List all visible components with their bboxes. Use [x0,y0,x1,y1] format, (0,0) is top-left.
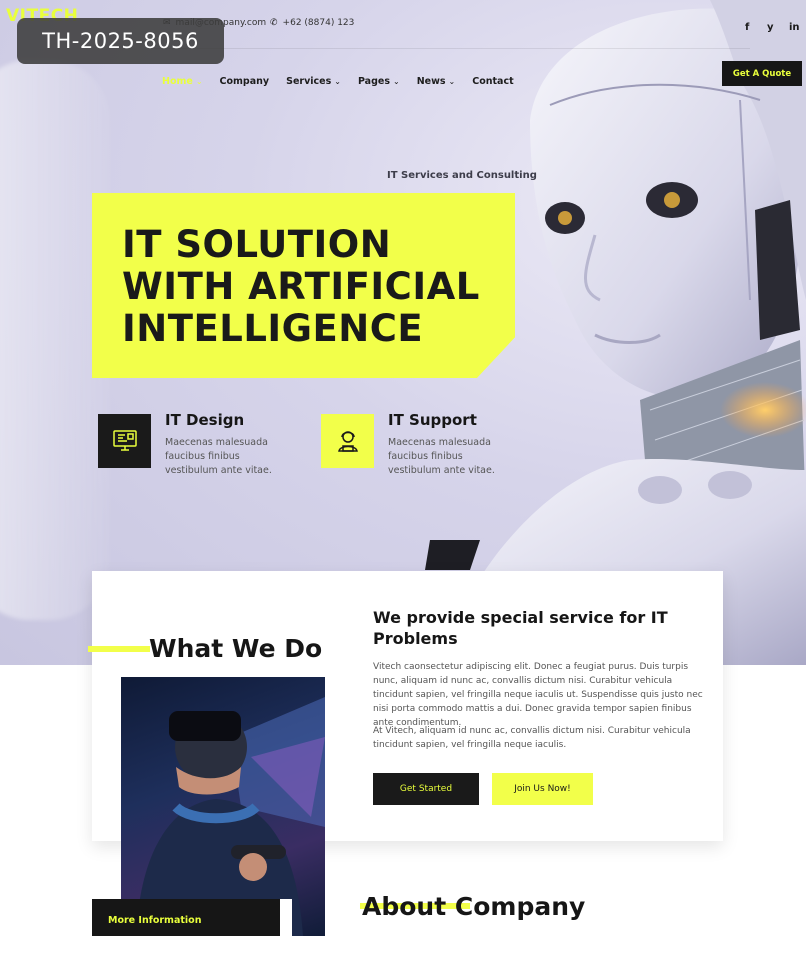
service-paragraph: At Vitech, aliquam id nunc ac, convallis… [373,726,691,750]
service-paragraph: Vitech caonsectetur adipiscing elit. Don… [373,662,703,728]
vr-headset-photo [121,677,325,936]
nav-item-contact[interactable]: Contact [472,76,513,87]
id-watermark-badge: TH-2025-8056 [17,18,224,64]
nav-item-services[interactable]: Services ⌄ [286,76,341,87]
heading-accent-bar [88,646,150,652]
feature-text: Maecenas malesuada faucibus finibus vest… [388,437,495,476]
section-heading: What We Do [149,634,323,663]
monitor-design-icon [98,414,151,468]
feature-title: IT Support [388,411,477,429]
hero-title-line: INTELLIGENCE [122,307,424,350]
hero-title: IT SOLUTION WITH ARTIFICIAL INTELLIGENCE [122,224,480,350]
service-title: We provide special service for IT Proble… [373,608,668,648]
hero-title-line: IT SOLUTION [122,223,392,266]
nav-item-pages[interactable]: Pages ⌄ [358,76,400,87]
support-agent-icon [321,414,374,468]
get-quote-button[interactable]: Get A Quote [722,61,802,86]
twitter-icon[interactable]: y [767,22,774,33]
nav-item-home[interactable]: Home ⌄ [162,76,203,87]
chevron-down-icon: ⌄ [195,77,203,86]
nav-label: News [416,76,446,87]
nav-label: Contact [472,76,514,87]
join-us-button[interactable]: Join Us Now! [492,773,593,805]
chevron-down-icon: ⌄ [393,77,400,86]
header-divider [150,48,750,49]
hero-title-line: WITH ARTIFICIAL [122,265,480,308]
chevron-down-icon: ⌄ [448,77,456,86]
nav-item-company[interactable]: Company [220,76,270,87]
nav-item-news[interactable]: News ⌄ [417,76,456,87]
facebook-icon[interactable]: f [745,22,749,33]
phone-icon: ✆ [270,18,278,28]
contact-phone[interactable]: ✆ +62 (8874) 123 [270,18,354,28]
about-heading: About Company [362,892,586,921]
nav-label: Pages [357,76,390,87]
nav-label: Home [162,76,193,87]
nav-label: Services [286,76,332,87]
hero-kicker: IT Services and Consulting [387,170,537,181]
feature-title: IT Design [165,411,245,429]
nav-label: Company [219,76,270,87]
linkedin-icon[interactable]: in [789,22,800,33]
main-nav: Home ⌄ Company Services ⌄ Pages ⌄ News ⌄… [162,76,531,87]
phone-text: +62 (8874) 123 [282,18,355,28]
chevron-down-icon: ⌄ [334,77,341,86]
feature-text: Maecenas malesuada faucibus finibus vest… [165,437,272,476]
more-info-label: More Information [108,915,202,926]
get-started-button[interactable]: Get Started [373,773,479,805]
